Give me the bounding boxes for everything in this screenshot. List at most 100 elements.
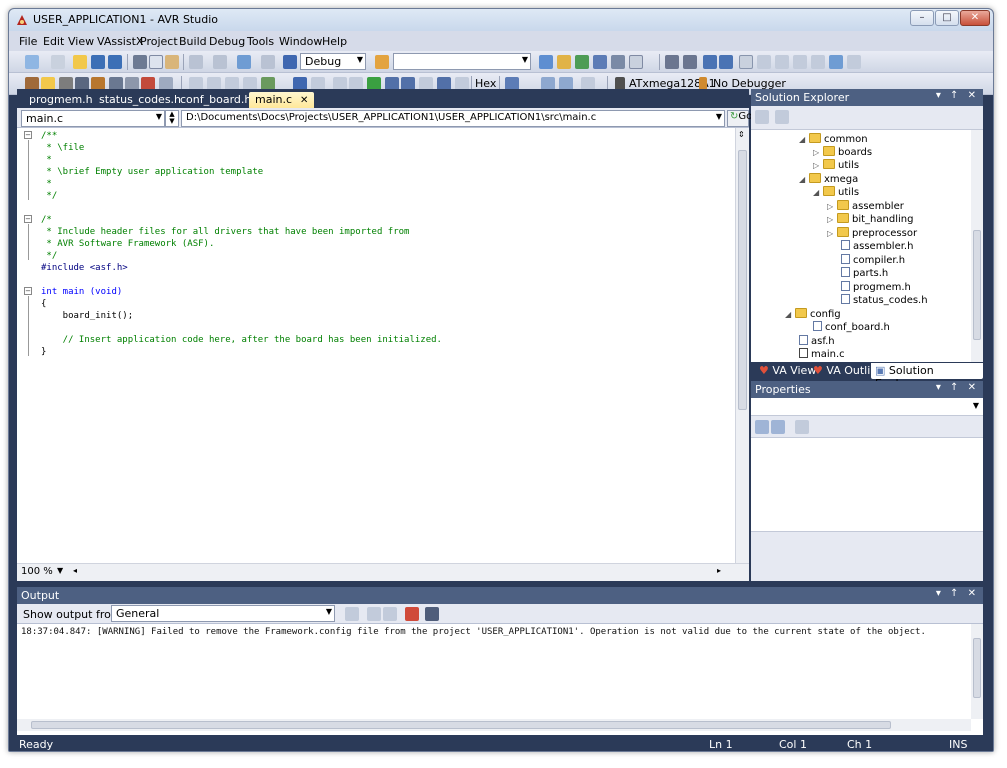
menu-window[interactable]: Window [279,35,322,48]
file-scope-combo[interactable]: main.c ▼ [21,110,165,127]
tree-item[interactable]: main.c [799,348,845,361]
pane-controls[interactable]: ▾ ↑ ✕ [936,588,979,599]
tab-conf-board-h[interactable]: conf_board.h [174,92,257,108]
scroll-thumb[interactable] [973,638,981,698]
find-message-icon[interactable] [345,607,359,621]
expand-toggle[interactable]: ◢ [799,175,809,184]
menu-file[interactable]: File [19,35,37,48]
tree-item[interactable]: compiler.h [841,254,905,267]
tab-solution-explorer[interactable]: ▣ Solution Explorer [871,363,983,390]
copy-icon[interactable] [149,55,163,69]
properties-view-icon[interactable] [755,110,769,124]
next-bookmark-folder-icon[interactable] [811,55,825,69]
split-spinner[interactable]: ▲ ▼ [165,110,179,127]
fold-toggle[interactable]: − [24,287,32,295]
indent-icon[interactable] [703,55,717,69]
maximize-button[interactable]: □ [935,10,959,26]
scroll-thumb[interactable] [973,230,981,340]
scroll-thumb[interactable] [31,721,891,729]
tree-item[interactable]: ◢ xmega [799,173,858,186]
tree-item[interactable]: progmem.h [841,281,911,294]
expand-toggle[interactable]: ▷ [813,161,823,170]
editor-vertical-scrollbar[interactable]: ⇕ [735,128,749,563]
zoom-combo[interactable]: 100 % [21,566,53,577]
chevron-down-icon[interactable]: ▼ [57,566,63,575]
menu-project[interactable]: Project [140,35,178,48]
output-horizontal-scrollbar[interactable] [17,719,971,731]
menu-debug[interactable]: Debug [209,35,245,48]
expand-toggle[interactable]: ◢ [799,135,809,144]
redo-icon[interactable] [213,55,227,69]
expand-toggle[interactable]: ▷ [827,215,837,224]
prev-bookmark-folder-icon[interactable] [793,55,807,69]
find-combo[interactable]: ▼ [393,53,531,70]
close-tab-icon[interactable]: ✕ [300,95,308,106]
menu-view[interactable]: View [68,35,94,48]
menu-vassistx[interactable]: VAssistX [97,35,143,48]
prev-bookmark-icon[interactable] [757,55,771,69]
prev-message-icon[interactable] [367,607,381,621]
pane-controls[interactable]: ▾ ↑ ✕ [936,90,979,101]
properties-icon[interactable] [557,55,571,69]
path-combo[interactable]: D:\Documents\Docs\Projects\USER_APPLICAT… [181,110,725,127]
solution-explorer-icon[interactable] [539,55,553,69]
tree-item[interactable]: status_codes.h [841,294,928,307]
next-bookmark-icon[interactable] [775,55,789,69]
code-editor[interactable]: − − − /** * \file * * \brief Empty user … [17,128,749,581]
word-wrap-icon[interactable] [425,607,439,621]
uncomment-icon[interactable] [683,55,697,69]
output-source-combo[interactable]: General ▼ [111,605,335,622]
properties-object-combo[interactable]: ▼ [751,398,983,416]
menu-tools[interactable]: Tools [247,35,274,48]
tree-item[interactable]: asf.h [799,335,835,348]
comment-icon[interactable] [665,55,679,69]
navigate-backward-icon[interactable] [237,55,251,69]
tab-status-codes-h[interactable]: status_codes.h [93,92,187,108]
tree-item[interactable]: ▷ assembler [827,200,904,213]
outdent-icon[interactable] [719,55,733,69]
solution-config-combo[interactable]: Debug ▼ [300,53,366,70]
show-all-files-icon[interactable] [775,110,789,124]
tab-progmem-h[interactable]: progmem.h [23,92,99,108]
add-item-icon[interactable] [51,55,65,69]
output-text[interactable]: 18:37:04.847: [WARNING] Failed to remove… [21,627,926,637]
tree-item[interactable]: ◢ common [799,133,868,146]
expand-toggle[interactable]: ▷ [813,148,823,157]
menu-build[interactable]: Build [179,35,207,48]
fold-toggle[interactable]: − [24,131,32,139]
paste-icon[interactable] [165,55,179,69]
close-button[interactable]: ✕ [960,10,990,26]
tree-item[interactable]: ▷ preprocessor [827,227,917,240]
go-button[interactable]: ↻Go [727,110,752,127]
tree-item[interactable]: ▷ utils [813,159,859,172]
alphabetical-icon[interactable] [771,420,785,434]
object-browser-icon[interactable] [575,55,589,69]
expand-toggle[interactable]: ▷ [827,202,837,211]
navigate-forward-icon[interactable] [261,55,275,69]
find-in-files-icon[interactable] [375,55,389,69]
toolbox-icon[interactable] [593,55,607,69]
output-vertical-scrollbar[interactable] [971,624,983,719]
tree-item[interactable]: ▷ bit_handling [827,213,913,226]
clear-all-icon[interactable] [405,607,419,621]
tree-item[interactable]: ▷ boards [813,146,872,159]
solution-explorer-scrollbar[interactable] [971,130,983,362]
cut-icon[interactable] [133,55,147,69]
expand-toggle[interactable]: ▷ [827,229,837,238]
next-message-icon[interactable] [383,607,397,621]
scroll-left-icon[interactable]: ◂ [73,566,77,575]
tree-item[interactable]: assembler.h [841,240,913,253]
categorized-icon[interactable] [755,420,769,434]
new-project-icon[interactable] [25,55,39,69]
tree-item[interactable]: parts.h [841,267,888,280]
tree-item[interactable]: ◢ utils [813,186,859,199]
expand-toggle[interactable]: ◢ [785,310,795,319]
tab-main-c[interactable]: main.c ✕ [249,92,315,108]
save-icon[interactable] [91,55,105,69]
bookmark-icon[interactable] [739,55,753,69]
minimize-button[interactable]: – [910,10,934,26]
scroll-thumb[interactable] [738,150,747,410]
clear-bookmarks-icon[interactable] [847,55,861,69]
save-all-icon[interactable] [108,55,122,69]
fold-toggle[interactable]: − [24,215,32,223]
